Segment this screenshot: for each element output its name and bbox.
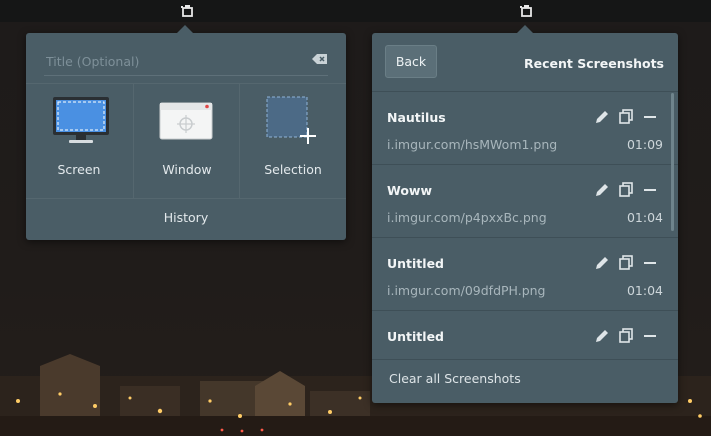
remove-icon[interactable]: [642, 182, 658, 198]
divider: [372, 359, 678, 360]
screenshot-tray-icon[interactable]: [519, 4, 533, 18]
list-item[interactable]: Untitled i.imgur.com/09dfdPH.png 01:04: [372, 238, 678, 311]
edit-icon[interactable]: [594, 182, 610, 198]
title-input[interactable]: [44, 49, 298, 73]
item-actions: [594, 255, 658, 271]
mode-selection-label: Selection: [264, 162, 322, 177]
item-time: 01:04: [626, 210, 663, 225]
item-name: Nautilus: [387, 110, 446, 125]
title-field-row: [44, 45, 328, 76]
screenshot-list[interactable]: Nautilus i.imgur.com/hsMWom1.png 01:09 W…: [372, 91, 678, 360]
remove-icon[interactable]: [642, 255, 658, 271]
back-button[interactable]: Back: [385, 45, 437, 78]
screenshot-tray-icon[interactable]: [180, 4, 194, 18]
list-item[interactable]: Woww i.imgur.com/p4pxxBc.png 01:04: [372, 165, 678, 238]
recent-screenshots-popover: Back Recent Screenshots Nautilus i.imgur…: [372, 25, 678, 403]
edit-icon[interactable]: [594, 328, 610, 344]
list-item[interactable]: Untitled: [372, 311, 678, 360]
mode-window-label: Window: [162, 162, 212, 177]
mode-screen-label: Screen: [57, 162, 101, 177]
selection-icon: [266, 96, 316, 144]
item-url[interactable]: i.imgur.com/09dfdPH.png: [387, 283, 545, 298]
item-url[interactable]: i.imgur.com/p4pxxBc.png: [387, 210, 547, 225]
mode-selection-button[interactable]: Selection: [239, 84, 346, 198]
item-name: Untitled: [387, 329, 444, 344]
list-scrollbar[interactable]: [671, 93, 674, 231]
capture-popover: Screen Window Selection History: [26, 25, 346, 240]
list-item[interactable]: Nautilus i.imgur.com/hsMWom1.png 01:09: [372, 92, 678, 165]
capture-modes: Screen Window Selection: [26, 83, 346, 199]
clear-all-button[interactable]: Clear all Screenshots: [389, 371, 521, 386]
item-time: 01:04: [626, 283, 663, 298]
item-actions: [594, 109, 658, 125]
item-time: 01:09: [626, 137, 663, 152]
backspace-clear-icon[interactable]: [312, 53, 328, 65]
remove-icon[interactable]: [642, 328, 658, 344]
copy-icon[interactable]: [618, 182, 634, 198]
item-actions: [594, 182, 658, 198]
item-name: Untitled: [387, 256, 444, 271]
remove-icon[interactable]: [642, 109, 658, 125]
copy-icon[interactable]: [618, 328, 634, 344]
recent-title: Recent Screenshots: [524, 56, 664, 71]
copy-icon[interactable]: [618, 109, 634, 125]
mode-screen-button[interactable]: Screen: [26, 84, 132, 198]
monitor-icon: [53, 97, 109, 143]
recent-header: Back Recent Screenshots: [372, 33, 678, 91]
history-button[interactable]: History: [26, 198, 346, 240]
item-url[interactable]: i.imgur.com/hsMWom1.png: [387, 137, 557, 152]
copy-icon[interactable]: [618, 255, 634, 271]
mode-window-button[interactable]: Window: [133, 84, 240, 198]
edit-icon[interactable]: [594, 255, 610, 271]
item-name: Woww: [387, 183, 433, 198]
top-panel: [0, 0, 711, 22]
item-actions: [594, 328, 658, 344]
window-icon: [159, 102, 213, 140]
edit-icon[interactable]: [594, 109, 610, 125]
popover-arrow: [176, 25, 194, 34]
